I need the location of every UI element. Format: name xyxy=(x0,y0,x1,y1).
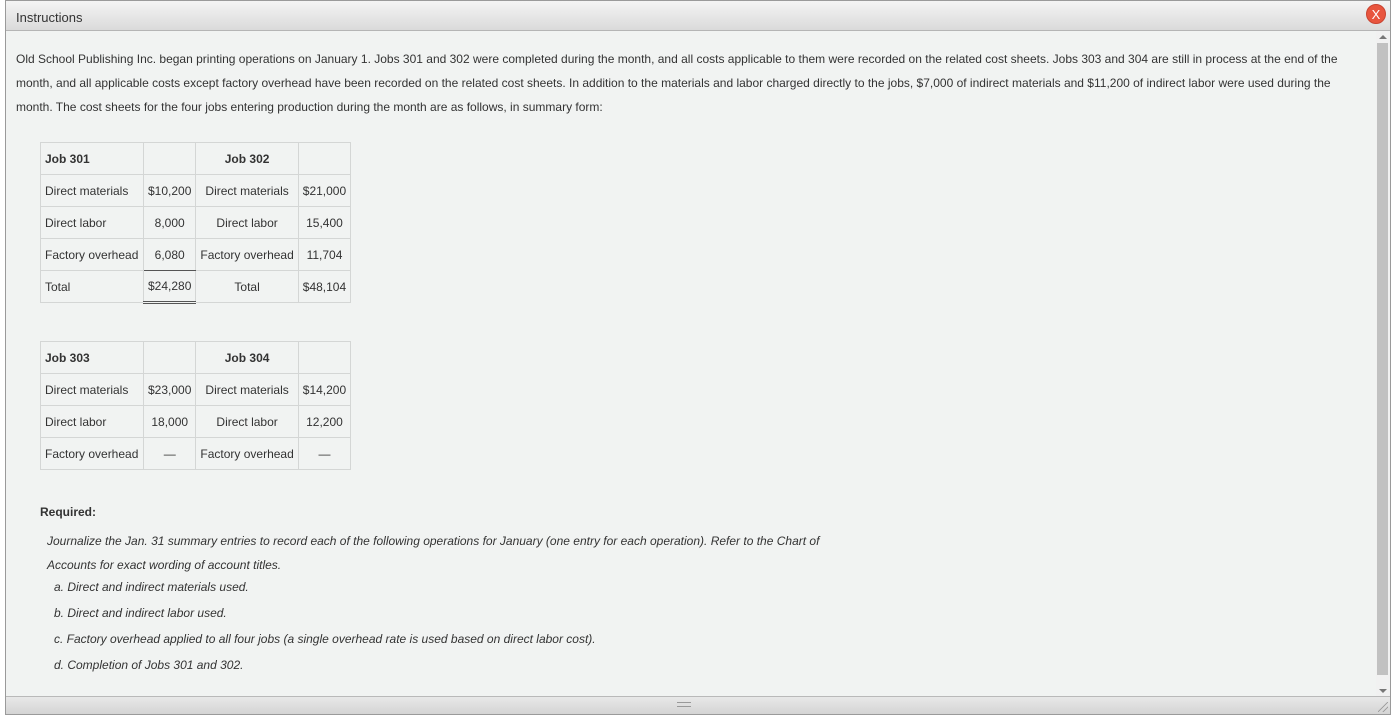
table-row: Factory overhead 6,080 Factory overhead … xyxy=(40,238,352,271)
required-item-b: b. Direct and indirect labor used. xyxy=(54,606,227,620)
instructions-window: Instructions X Old School Publishing Inc… xyxy=(5,0,1391,715)
table-row: Direct labor 8,000 Direct labor 15,400 xyxy=(40,206,352,239)
table-header-row: Job 303 Job 304 xyxy=(40,341,352,374)
instructions-content: Old School Publishing Inc. began printin… xyxy=(6,31,1377,697)
cost-table-jobs-303-304: Job 303 Job 304 Direct materials $23,000… xyxy=(40,341,352,470)
problem-intro: Old School Publishing Inc. began printin… xyxy=(16,52,1338,114)
required-item-d: d. Completion of Jobs 301 and 302. xyxy=(54,658,244,672)
table-header-row: Job 301 Job 302 xyxy=(40,142,352,175)
required-heading: Required: xyxy=(40,505,97,519)
drag-handle-icon[interactable] xyxy=(677,702,691,707)
table-row: Total $24,280 Total $48,104 xyxy=(40,270,352,304)
vertical-scrollbar[interactable] xyxy=(1376,31,1390,697)
scroll-down-icon[interactable] xyxy=(1379,689,1387,693)
scroll-up-icon[interactable] xyxy=(1379,35,1387,39)
required-item-c: c. Factory overhead applied to all four … xyxy=(54,632,596,646)
close-button[interactable]: X xyxy=(1366,4,1386,24)
job-304-header: Job 304 xyxy=(195,341,299,374)
window-title: Instructions xyxy=(16,10,83,25)
job-302-header: Job 302 xyxy=(195,142,299,175)
table-row: Direct materials $10,200 Direct material… xyxy=(40,174,352,207)
job-301-header: Job 301 xyxy=(40,142,144,175)
table-row: Direct labor 18,000 Direct labor 12,200 xyxy=(40,405,352,438)
cost-table-jobs-301-302: Job 301 Job 302 Direct materials $10,200… xyxy=(40,142,352,304)
table-row: Direct materials $23,000 Direct material… xyxy=(40,373,352,406)
window-footer xyxy=(6,696,1390,714)
table-row: Factory overhead — Factory overhead — xyxy=(40,437,352,470)
resize-grip-icon[interactable] xyxy=(1378,702,1388,712)
scrollbar-thumb[interactable] xyxy=(1377,43,1388,675)
required-instructions: Journalize the Jan. 31 summary entries t… xyxy=(47,534,820,572)
required-item-a: a. Direct and indirect materials used. xyxy=(54,580,249,594)
title-bar: Instructions X xyxy=(6,1,1390,31)
job-303-header: Job 303 xyxy=(40,341,144,374)
